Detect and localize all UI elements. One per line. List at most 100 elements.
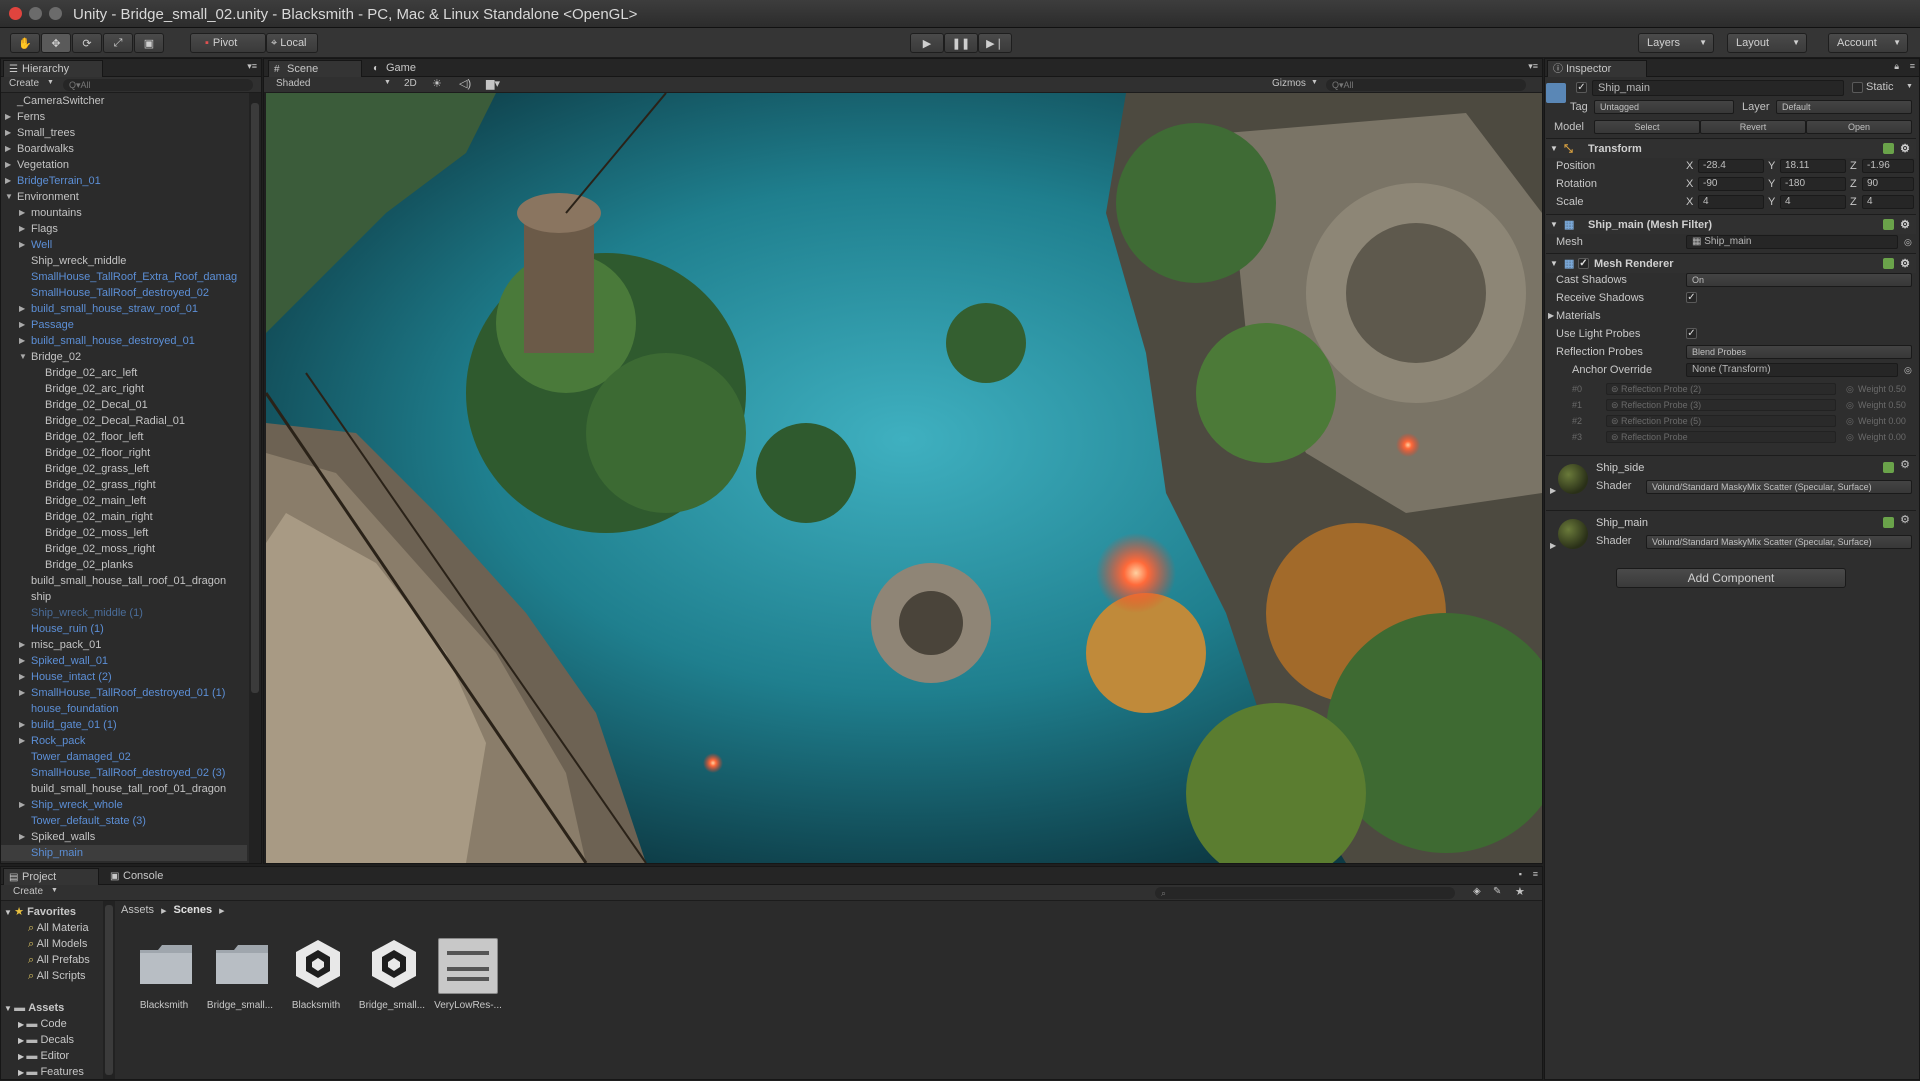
foldout-closed-icon[interactable]: ▶	[19, 301, 25, 317]
account-dropdown[interactable]: Account ▼	[1828, 33, 1908, 53]
move-tool-button[interactable]: ✥	[41, 33, 71, 53]
hierarchy-item[interactable]: Bridge_02_Decal_01	[1, 397, 247, 413]
minimize-window-button[interactable]	[29, 7, 42, 20]
layer-dropdown[interactable]: Default	[1776, 100, 1912, 114]
object-picker-icon[interactable]: ◎	[1904, 361, 1912, 379]
hierarchy-item[interactable]: ▶ Rock_pack	[1, 733, 247, 749]
mesh-renderer-enabled-checkbox[interactable]: ✓	[1578, 258, 1589, 269]
scene-viewport[interactable]	[266, 93, 1542, 863]
lighting-toggle-icon[interactable]: ☀	[432, 77, 442, 90]
hierarchy-item[interactable]: Bridge_02_Decal_Radial_01	[1, 413, 247, 429]
effects-toggle-icon[interactable]: ▆▾	[486, 77, 500, 90]
pause-button[interactable]: ❚❚	[944, 33, 978, 53]
foldout-closed-icon[interactable]: ▶	[19, 221, 25, 237]
foldout-open-icon[interactable]: ▼	[19, 349, 27, 365]
hierarchy-item[interactable]: house_foundation	[1, 701, 247, 717]
foldout-closed-icon[interactable]: ▶	[19, 237, 25, 253]
foldout-closed-icon[interactable]: ▶	[19, 717, 25, 733]
foldout-closed-icon[interactable]: ▶	[19, 333, 25, 349]
favorite-star-icon[interactable]: ★	[1515, 885, 1525, 898]
rotation-y-field[interactable]: -180	[1780, 177, 1846, 191]
model-open-button[interactable]: Open	[1806, 120, 1912, 134]
shader-dropdown[interactable]: Volund/Standard MaskyMix Scatter (Specul…	[1646, 535, 1912, 549]
shader-dropdown[interactable]: Volund/Standard MaskyMix Scatter (Specul…	[1646, 480, 1912, 494]
layout-dropdown[interactable]: Layout ▼	[1727, 33, 1807, 53]
foldout-closed-icon[interactable]: ▶	[5, 109, 11, 125]
foldout-closed-icon[interactable]: ▶	[5, 157, 11, 173]
hierarchy-item[interactable]: Bridge_02_moss_left	[1, 525, 247, 541]
foldout-closed-icon[interactable]: ▶	[5, 141, 11, 157]
hierarchy-item[interactable]: ▶ build_small_house_straw_roof_01	[1, 301, 247, 317]
foldout-arrow-icon[interactable]: ▶	[1550, 486, 1556, 495]
close-window-button[interactable]	[9, 7, 22, 20]
lock-icon[interactable]: ▪	[1519, 869, 1522, 879]
foldout-closed-icon[interactable]: ▶	[5, 125, 11, 141]
hierarchy-item[interactable]: Tower_default_state (3)	[1, 813, 247, 829]
position-x-field[interactable]: -28.4	[1698, 159, 1764, 173]
scale-y-field[interactable]: 4	[1780, 195, 1846, 209]
hierarchy-item[interactable]: ▶ mountains	[1, 205, 247, 221]
hierarchy-scrollbar[interactable]	[249, 93, 261, 863]
lock-icon[interactable]: 🔒︎	[1894, 61, 1899, 72]
tab-hierarchy[interactable]: ☰ Hierarchy	[3, 60, 103, 77]
model-revert-button[interactable]: Revert	[1700, 120, 1806, 134]
hierarchy-item[interactable]: ship	[1, 589, 247, 605]
hierarchy-item[interactable]: Ship_wreck_middle (1)	[1, 605, 247, 621]
hierarchy-item[interactable]: SmallHouse_TallRoof_destroyed_02	[1, 285, 247, 301]
static-arrow-icon[interactable]: ▼	[1906, 83, 1913, 90]
hierarchy-item[interactable]: ▼ Bridge_02	[1, 349, 247, 365]
panel-menu-icon[interactable]: ▾≡	[247, 61, 257, 72]
foldout-closed-icon[interactable]: ▶	[19, 669, 25, 685]
project-search-input[interactable]: ⌕	[1155, 887, 1455, 899]
hierarchy-item[interactable]: Bridge_02_planks	[1, 557, 247, 573]
cast-shadows-dropdown[interactable]: On	[1686, 273, 1912, 287]
hierarchy-item[interactable]: ▶ Spiked_walls	[1, 829, 247, 845]
create-dropdown[interactable]: Create	[9, 78, 39, 89]
position-y-field[interactable]: 18.11	[1780, 159, 1846, 173]
step-button[interactable]: ▶❘	[978, 33, 1012, 53]
create-dropdown[interactable]: Create	[13, 886, 43, 897]
hierarchy-item[interactable]: ▶ Well	[1, 237, 247, 253]
light-probes-checkbox[interactable]: ✓	[1686, 328, 1697, 339]
asset-folder-item[interactable]: ▶ ▬ Code	[18, 1016, 67, 1032]
help-icon[interactable]	[1883, 219, 1894, 230]
object-picker-icon[interactable]: ◎	[1904, 233, 1912, 251]
assets-header[interactable]: ▼ ▬ Assets	[4, 1000, 64, 1016]
active-checkbox[interactable]: ✓	[1576, 82, 1587, 93]
shading-dropdown[interactable]: Shaded	[276, 78, 310, 89]
add-component-button[interactable]: Add Component	[1616, 568, 1846, 588]
hierarchy-item[interactable]: ▶ BridgeTerrain_01	[1, 173, 247, 189]
help-icon[interactable]	[1883, 462, 1894, 473]
hierarchy-item[interactable]: _CameraSwitcher	[1, 93, 247, 109]
foldout-closed-icon[interactable]: ▶	[19, 797, 25, 813]
object-name-field[interactable]: Ship_main	[1592, 80, 1844, 96]
hierarchy-item[interactable]: SmallHouse_TallRoof_Extra_Roof_damag	[1, 269, 247, 285]
hierarchy-item[interactable]: ▶ Ship_wreck_whole	[1, 797, 247, 813]
filter-by-label-icon[interactable]: ✎	[1493, 886, 1501, 897]
hierarchy-item[interactable]: ▶ build_small_house_destroyed_01	[1, 333, 247, 349]
hierarchy-item[interactable]: Tower_damaged_02	[1, 749, 247, 765]
help-icon[interactable]	[1883, 258, 1894, 269]
local-toggle-button[interactable]: ⌖ Local	[266, 33, 318, 53]
hierarchy-item[interactable]: Ship_main	[1, 845, 247, 861]
scale-tool-button[interactable]: ⤢	[103, 33, 133, 53]
asset-folder-item[interactable]: ▶ ▬ Editor	[18, 1048, 69, 1064]
gear-icon[interactable]: ⚙	[1900, 139, 1910, 159]
layers-dropdown[interactable]: Layers ▼	[1638, 33, 1714, 53]
panel-menu-icon[interactable]: ▾≡	[1528, 61, 1538, 72]
tab-game[interactable]: ◐ Game	[368, 60, 448, 77]
transform-header[interactable]: ▼ ⤡ Transform ⚙	[1546, 138, 1916, 158]
hierarchy-item[interactable]: Bridge_02_main_right	[1, 509, 247, 525]
hierarchy-item[interactable]: SmallHouse_TallRoof_destroyed_02 (3)	[1, 765, 247, 781]
rotation-x-field[interactable]: -90	[1698, 177, 1764, 191]
mesh-field[interactable]: ▦ Ship_main	[1686, 235, 1898, 249]
tab-inspector[interactable]: ⓘ Inspector	[1547, 60, 1647, 77]
hierarchy-item[interactable]: Bridge_02_moss_right	[1, 541, 247, 557]
hierarchy-item[interactable]: ▶ Spiked_wall_01	[1, 653, 247, 669]
foldout-closed-icon[interactable]: ▶	[19, 733, 25, 749]
scrollbar-thumb[interactable]	[105, 905, 113, 1075]
pivot-toggle-button[interactable]: ▪ Pivot	[190, 33, 266, 53]
favorite-item[interactable]: ⌕ All Models	[28, 936, 87, 952]
project-tree-scrollbar[interactable]	[103, 901, 115, 1079]
foldout-closed-icon[interactable]: ▶	[19, 317, 25, 333]
